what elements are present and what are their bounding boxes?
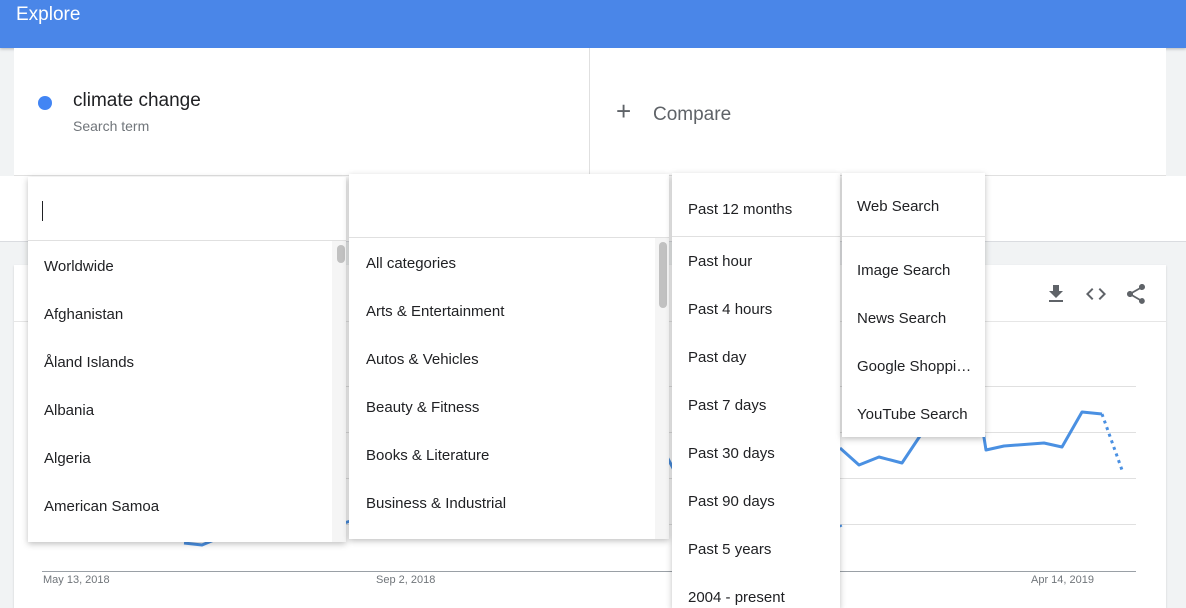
interest-line-forecast	[1100, 413, 1124, 471]
region-scrollbar-track[interactable]	[332, 241, 346, 542]
category-option[interactable]: Books & Literature	[366, 447, 489, 464]
region-option[interactable]: Albania	[44, 402, 94, 419]
search-type-option[interactable]: YouTube Search	[857, 406, 968, 423]
search-terms-card: climate change Search term + Compare	[14, 48, 1166, 176]
category-option[interactable]: All categories	[366, 255, 456, 272]
x-axis-label: May 13, 2018	[43, 574, 110, 586]
search-type-option[interactable]: Image Search	[857, 262, 950, 279]
region-option[interactable]: American Samoa	[44, 498, 159, 515]
region-option[interactable]: Afghanistan	[44, 306, 123, 323]
category-dropdown: All categories Arts & Entertainment Auto…	[349, 174, 669, 539]
search-type-option[interactable]: News Search	[857, 310, 946, 327]
region-search-input[interactable]	[28, 177, 346, 241]
time-range-dropdown: Past 12 months Past hour Past 4 hours Pa…	[672, 173, 840, 608]
category-option[interactable]: Beauty & Fitness	[366, 399, 479, 416]
time-range-option[interactable]: Past hour	[688, 253, 752, 270]
category-option[interactable]: Arts & Entertainment	[366, 303, 504, 320]
search-type-dropdown: Web Search Image Search News Search Goog…	[842, 173, 985, 437]
x-axis-label: Apr 14, 2019	[1031, 574, 1094, 586]
compare-button[interactable]: Compare	[653, 104, 731, 126]
search-type-selected[interactable]: Web Search	[857, 198, 939, 215]
time-range-option[interactable]: Past 30 days	[688, 445, 775, 462]
embed-icon[interactable]	[1084, 282, 1108, 306]
term-color-dot	[38, 96, 52, 110]
search-type-selected-row[interactable]: Web Search	[842, 173, 985, 237]
terms-divider	[589, 48, 590, 176]
time-range-option[interactable]: Past 5 years	[688, 541, 771, 558]
time-range-selected[interactable]: Past 12 months	[688, 201, 792, 218]
region-option[interactable]: Åland Islands	[44, 354, 134, 371]
x-axis-label: Sep 2, 2018	[376, 574, 436, 586]
time-range-option[interactable]: Past day	[688, 349, 746, 366]
category-option[interactable]: Business & Industrial	[366, 495, 506, 512]
region-scrollbar-thumb[interactable]	[337, 245, 345, 263]
page-title: Explore	[16, 4, 81, 25]
time-range-option[interactable]: Past 90 days	[688, 493, 775, 510]
category-search-input[interactable]	[349, 174, 669, 238]
category-scrollbar-thumb[interactable]	[659, 242, 667, 308]
region-option[interactable]: Algeria	[44, 450, 91, 467]
region-dropdown: Worldwide Afghanistan Åland Islands Alba…	[28, 177, 346, 542]
time-range-option[interactable]: Past 7 days	[688, 397, 766, 414]
category-option[interactable]: Autos & Vehicles	[366, 351, 479, 368]
plus-icon[interactable]: +	[616, 98, 631, 124]
download-icon[interactable]	[1044, 282, 1068, 306]
search-term-name[interactable]: climate change	[73, 90, 201, 112]
region-option[interactable]: Worldwide	[44, 258, 114, 275]
text-cursor	[42, 201, 43, 221]
time-range-option[interactable]: Past 4 hours	[688, 301, 772, 318]
chart-x-axis	[42, 571, 1136, 572]
time-range-option[interactable]: 2004 - present	[688, 589, 785, 606]
share-icon[interactable]	[1124, 282, 1148, 306]
time-range-selected-row[interactable]: Past 12 months	[672, 173, 840, 237]
interest-line-segment	[838, 524, 843, 528]
search-term-type: Search term	[73, 118, 150, 134]
top-app-bar: Explore	[0, 0, 1186, 48]
search-type-option[interactable]: Google Shoppi…	[857, 358, 971, 375]
